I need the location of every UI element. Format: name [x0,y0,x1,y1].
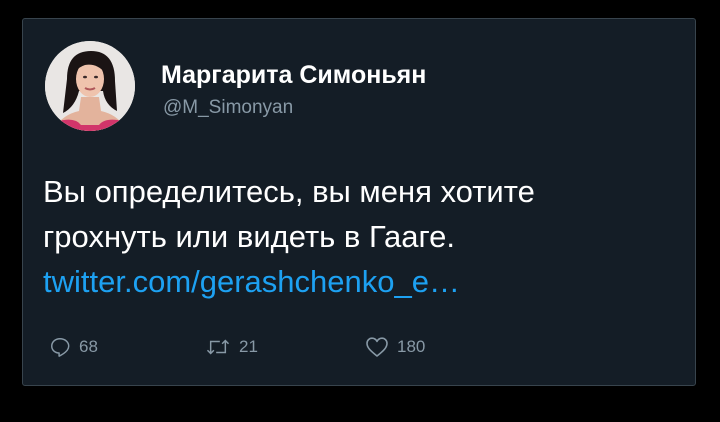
tweet-actions: 68 21 180 [49,335,549,359]
like-button[interactable]: 180 [365,335,425,359]
retweet-button[interactable]: 21 [205,335,258,359]
author-handle[interactable]: @M_Simonyan [163,97,293,119]
reply-button[interactable]: 68 [49,335,98,359]
retweet-arrows-icon [206,339,230,355]
reply-count: 68 [79,337,98,356]
tweet-text-line: Вы определитесь, вы меня хотите [43,174,535,209]
tweet-text: Вы определитесь, вы меня хотите грохнуть… [43,169,673,304]
like-count: 180 [397,337,426,356]
comment-bubble-icon [51,338,70,357]
avatar[interactable] [45,41,135,131]
retweet-count: 21 [239,337,258,356]
tweet-card[interactable]: Маргарита Симоньян @M_Simonyan Вы опреде… [22,18,696,386]
tweet-text-line: грохнуть или видеть в Гааге. [43,219,455,254]
heart-icon [366,337,388,357]
tweet-link[interactable]: twitter.com/gerashchenko_e… [43,259,673,304]
avatar-photo [45,41,135,131]
author-name[interactable]: Маргарита Симоньян [161,61,426,90]
